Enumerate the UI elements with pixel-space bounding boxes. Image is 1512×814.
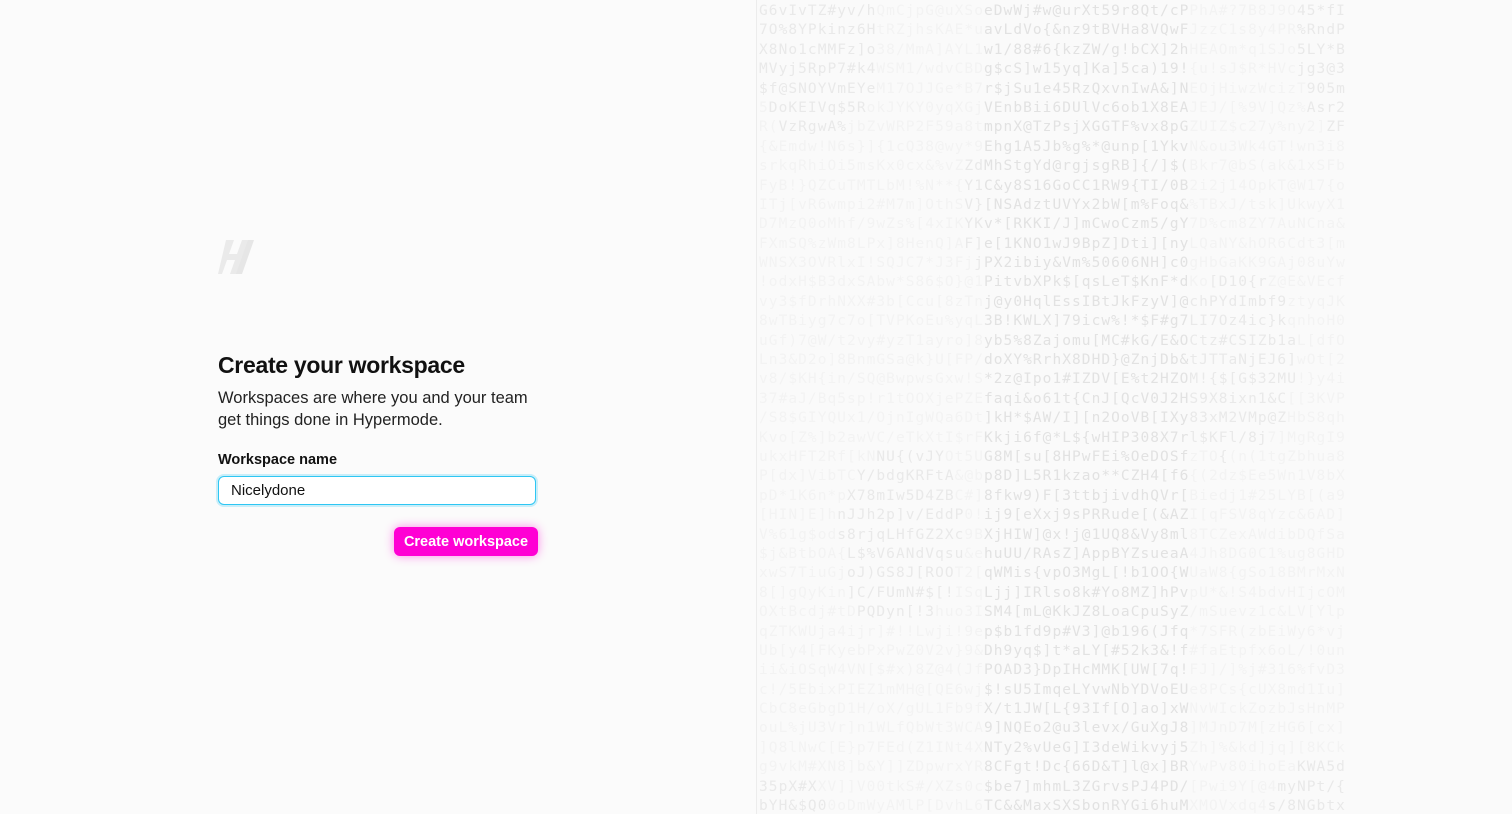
workspace-name-input[interactable]	[218, 476, 536, 505]
background-text-row: vy3$fDrhNXX#3b[Ccu[8zTnj@y0HqlEssIBtJkFz…	[759, 293, 1346, 310]
background-text-row: ukxHFT2Rf[kNNU{(vJYOt5UG8M[su[8HPwFEi%Oe…	[759, 448, 1346, 465]
background-text-row: $f@SNOYVmEYeM17OJJGe*B7r$jSu1e45RzQxvnIw…	[759, 80, 1346, 97]
background-text-row: R(VzRgwA%jbZvWRP2F59a8tmpnX@TzPsjXGGTF%v…	[759, 119, 1346, 136]
background-text-row: FyB!}QZCuTMTLbM!%N**{Y1C&y8S16GoCC1RW9{T…	[759, 177, 1346, 194]
background-text-row: ii&iOSqW4VN[$#x)8Z@4(JfPOAD3}DpIHcMMK[UW…	[759, 662, 1346, 679]
background-text-row: c!/5EbixPIEZ1mMH@[QE6wj$!sU5ImqeLYvwNbYD…	[759, 681, 1346, 698]
background-text-row: srkqRhiOi5msKx0cx&%vZZdMhStgYd@rgjsgRB]{…	[759, 158, 1346, 175]
workspace-name-label: Workspace name	[218, 452, 338, 468]
decorative-text-panel: G6vIvTZ#yv/hQmCjpG@uXSoeDwWj#w@urXt59r8Q…	[756, 0, 1512, 814]
background-text-row: [HIN]E]hnJJh2p]v/EddP0!ij9[eXxj9sPRRude[…	[759, 507, 1346, 524]
left-panel: Create your workspace Workspaces are whe…	[0, 0, 756, 814]
background-text-row: P[dx]VibTCY/bdgKRFtA&@bp8D]L5R1kzao**CZH…	[759, 468, 1346, 485]
hypermode-logo-icon	[218, 240, 254, 274]
background-text-row: 8[]gQyKin]C/FUmN#$[!ISqLjj]IRlso8k#Yo8MZ…	[759, 584, 1346, 601]
background-text-row: ITj[vR6wmpi2#M7m]OthSV}[NSAdztUVYx2bW[m%…	[759, 196, 1346, 213]
background-text-row: !odxH$B3dxSAbw*S86$O}@1PitvbXPk$[qsLeT$K…	[759, 274, 1346, 291]
background-text-row: WNSX3OVRlxI!SQJC7*J3FjjPX2ibiy&Vm%50606N…	[759, 255, 1346, 272]
background-text-pattern: G6vIvTZ#yv/hQmCjpG@uXSoeDwWj#w@urXt59r8Q…	[759, 2, 1512, 814]
background-text-row: CbC8eGbgD1H/oX/gUL1Fb9fX/t1JW[L{93If[O]a…	[759, 701, 1346, 718]
background-text-row: 35pX#XXV]]V00tkS#/XZs0c$be7]mhmL3ZGrvsPJ…	[759, 778, 1346, 795]
background-text-row: Ln3&D2o]8BnmGSa@k}U[FP/doXY%RrhX8DHD}@Zn…	[759, 352, 1346, 369]
page-subtitle: Workspaces are where you and your team g…	[218, 389, 528, 429]
background-text-row: ]Q8lNwC[E}p7FEd(Z1INt4XNTy2%vUeG]I3deWik…	[759, 739, 1346, 756]
background-text-row: 7O%8YPkinz6HtRZjhsKAE*uavLdVo{&nz9tBVHa8…	[759, 22, 1346, 39]
create-workspace-button[interactable]: Create workspace	[394, 527, 538, 556]
background-text-row: /S8$GIYQUx1/OjnIgWQa6Dt]kH*$AW/I][n2OoVB…	[759, 410, 1346, 427]
background-text-row: g9vkM#XN8]b&Y]]ZDpwrxYR8CFgt!Dc{66D&T]l@…	[759, 759, 1346, 776]
background-text-row: FXmSQ%zWm8LPx]8HenQ]AF]e[1KNO1wJ9BpZ]Dti…	[759, 235, 1346, 252]
background-text-row: 8wTBiyg7c7o[TVPKoEu%yqL3B!KWLX]79icw%!*$…	[759, 313, 1346, 330]
background-text-row: {&Emdw!N6s}]{1cQ38@wy*9Ehg1A5Jb%g%*@unp[…	[759, 138, 1346, 155]
background-text-row: Ub[y4[FKyebPxPwZ0V2v}9&Dh9yq$]t*aLY[#52k…	[759, 642, 1346, 659]
background-text-row: ouL%jU3Vr]n1WLfQbWt3WCA9]NQEo2@u3levx/Gu…	[759, 720, 1346, 737]
background-text-row: $j&BtbOA{L$%V6ANdVqsu&ehuUU/RAsZ]AppBYZs…	[759, 545, 1346, 562]
background-text-row: qZTKWUja4ijr]#!!Lwji!9ep$b1fd9p#V3]@b196…	[759, 623, 1346, 640]
background-text-row: G6vIvTZ#yv/hQmCjpG@uXSoeDwWj#w@urXt59r8Q…	[759, 3, 1346, 19]
background-text-row: V%61g$ods8rjqLHfGZ2Xc9BXjHIW]@x!j@1UQ8&V…	[759, 526, 1346, 543]
background-text-row: OXtBcdj#tDPQDyn[!3huo3ISM4[mL@KkJZ8LoaCp…	[759, 604, 1346, 621]
background-text-row: uGf)7@W/t2vy#yzT1ayro]8yb5%8Zajomu[MC#kG…	[759, 332, 1346, 349]
background-text-row: 5DoKEIVq$5RokJYKY0yqXGjVEnbBii6DUlVc6ob1…	[759, 99, 1346, 116]
background-text-row: pD*1K6n*pX78mIw5D4ZBC#]8fkw9)F[3ttbjivdh…	[759, 487, 1346, 504]
background-text-row: MVyj5RpP7#k4WSM1/wdvCBDg$cS]w15yq]Ka]5ca…	[759, 61, 1346, 78]
background-text-row: X8No1cMMFz]o38/MmA]AYL1w1/88#6{kzZW/g!bC…	[759, 41, 1346, 58]
page-title: Create your workspace	[218, 352, 465, 378]
background-text-row: Kvo[Z%]b2awVC/eTkXtI$rFKkji6f@*L${wHIP30…	[759, 429, 1346, 446]
background-text-row: 37#aJ/Bq5sp!r1tOOXjePZEfaqi&o61t{CnJ[QcV…	[759, 390, 1346, 407]
background-text-row: D7MzQ0oMhf/9wZs%[4xIKYKv*[RKKI/J]mCwoCzm…	[759, 216, 1346, 233]
background-text-row: bYH&$Q00oDmWyAMlP[DvhL6TC&&MaxSXSbonRYGi…	[759, 798, 1346, 814]
background-text-row: v8/$KH{in/SQ@BwpwsGxw!S*2z@Ipo1#IZDV[E%t…	[759, 371, 1346, 388]
background-text-row: xwS7TiuGjoJ)GS8J[ROOT2[qWMis{vpO3MgL[!b1…	[759, 565, 1346, 582]
